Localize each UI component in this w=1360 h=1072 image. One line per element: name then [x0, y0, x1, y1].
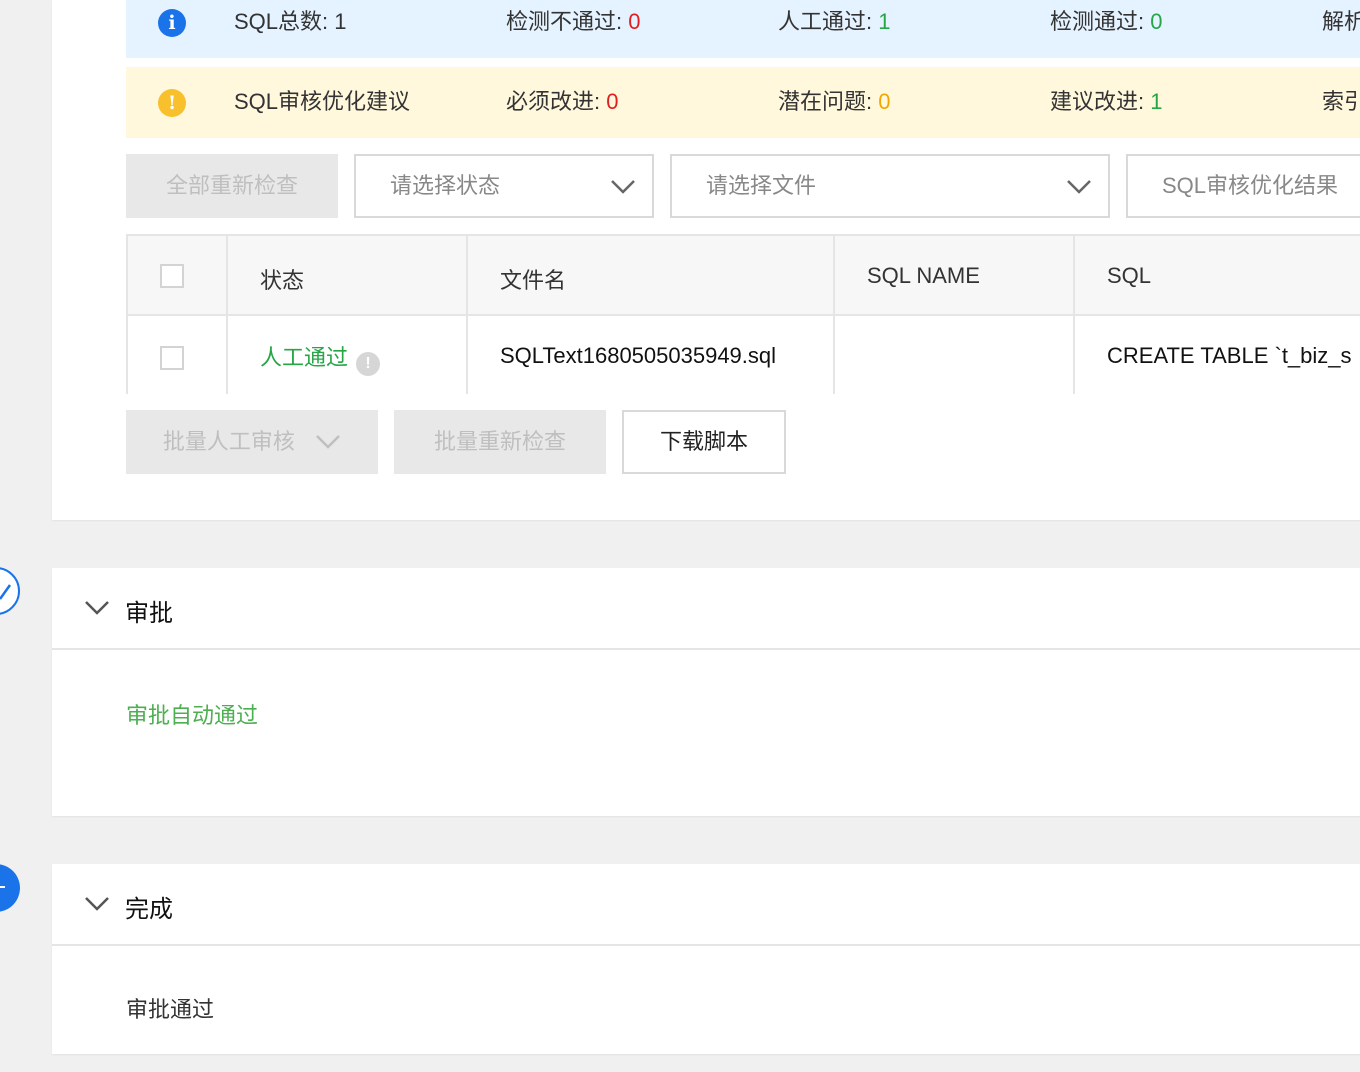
- row-sql[interactable]: CREATE TABLE `t_biz_s: [1107, 343, 1352, 369]
- chevron-down-icon[interactable]: [84, 598, 110, 618]
- result-select[interactable]: SQL审核优化结果: [1126, 154, 1360, 218]
- sql-summary-alert: i SQL总数: 1 检测不通过: 0 人工通过: 1 检测通过: 0 解析: [126, 0, 1360, 58]
- table-header: 状态 文件名 SQL NAME SQL: [128, 236, 1360, 316]
- complete-title: 完成: [125, 896, 173, 923]
- chevron-down-icon: [1067, 180, 1091, 194]
- chevron-down-icon: [611, 180, 635, 194]
- advice-suggest: 建议改进: 1: [1050, 89, 1163, 114]
- table-row: 人工通过! SQLText1680505035949.sql CREATE TA…: [128, 316, 1360, 394]
- advice-potential: 潜在问题: 0: [778, 89, 891, 114]
- row-filename: SQLText1680505035949.sql: [500, 343, 777, 368]
- batch-recheck-button[interactable]: 批量重新检查: [394, 410, 606, 474]
- summary-parse: 解析: [1322, 9, 1360, 34]
- approval-header[interactable]: 审批: [52, 568, 1360, 650]
- batch-manual-button[interactable]: 批量人工审核: [126, 410, 378, 474]
- sql-advice-alert: ! SQL审核优化建议 必须改进: 0 潜在问题: 0 建议改进: 1 索引: [126, 67, 1360, 138]
- download-script-button[interactable]: 下载脚本: [622, 410, 786, 474]
- file-select-placeholder: 请选择文件: [706, 173, 817, 198]
- row-checkbox[interactable]: [160, 346, 184, 370]
- sql-table: 状态 文件名 SQL NAME SQL 人工通过! SQLText1680505…: [126, 234, 1360, 394]
- row-status: 人工通过!: [260, 340, 381, 376]
- status-select[interactable]: 请选择状态: [354, 154, 654, 218]
- timeline-check-icon: [0, 567, 20, 615]
- timeline-step-icon: [0, 864, 20, 912]
- complete-card: 完成 审批通过: [52, 864, 1360, 1054]
- header-filename: 文件名: [500, 268, 567, 293]
- chevron-down-icon[interactable]: [84, 894, 110, 914]
- advice-title: SQL审核优化建议: [234, 89, 411, 114]
- result-select-placeholder: SQL审核优化结果: [1162, 173, 1339, 198]
- row-status-label[interactable]: 人工通过: [260, 345, 348, 370]
- info-icon: i: [158, 9, 186, 37]
- sql-audit-card: i SQL总数: 1 检测不通过: 0 人工通过: 1 检测通过: 0 解析 !…: [52, 0, 1360, 520]
- status-select-placeholder: 请选择状态: [390, 173, 501, 198]
- header-sql-name: SQL NAME: [867, 263, 980, 288]
- complete-status: 审批通过: [126, 997, 215, 1022]
- select-all-checkbox[interactable]: [160, 264, 184, 288]
- info-tip-icon[interactable]: !: [356, 352, 381, 376]
- batch-manual-label: 批量人工审核: [162, 429, 295, 454]
- summary-total: SQL总数: 1: [234, 9, 347, 34]
- summary-pass: 检测通过: 0: [1050, 9, 1163, 34]
- warning-icon: !: [158, 89, 186, 117]
- page: i SQL总数: 1 检测不通过: 0 人工通过: 1 检测通过: 0 解析 !…: [0, 0, 1360, 1072]
- header-status: 状态: [260, 268, 305, 293]
- approval-title: 审批: [125, 600, 173, 627]
- recheck-all-button[interactable]: 全部重新检查: [126, 154, 338, 218]
- summary-fail: 检测不通过: 0: [506, 9, 641, 34]
- advice-must: 必须改进: 0: [506, 89, 619, 114]
- approval-status: 审批自动通过: [126, 703, 259, 728]
- chevron-down-icon: [316, 435, 340, 449]
- approval-card: 审批 审批自动通过: [52, 568, 1360, 816]
- complete-header[interactable]: 完成: [52, 864, 1360, 946]
- summary-manual: 人工通过: 1: [778, 9, 891, 34]
- advice-index: 索引: [1322, 89, 1360, 114]
- file-select[interactable]: 请选择文件: [670, 154, 1110, 218]
- header-sql: SQL: [1107, 263, 1152, 288]
